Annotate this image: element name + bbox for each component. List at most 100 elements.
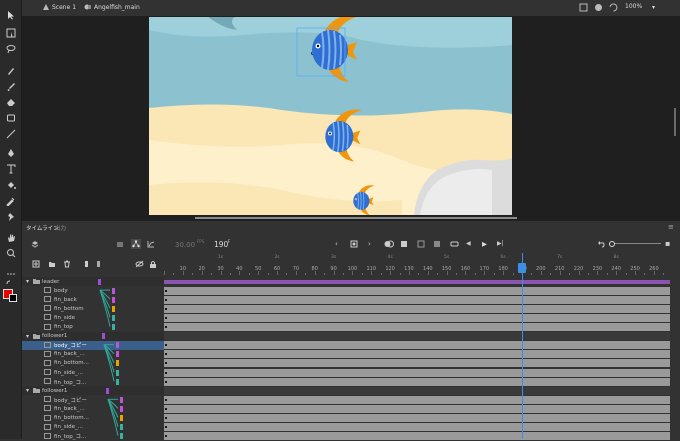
keyframe-dot[interactable]	[165, 417, 167, 419]
layer-folder-row[interactable]: ▾ follower1	[22, 386, 164, 396]
layer-name[interactable]: fin_bottom...	[54, 360, 89, 366]
frame-track[interactable]	[164, 350, 670, 359]
zoom-tool-icon[interactable]	[3, 246, 18, 259]
frame-track[interactable]	[164, 386, 670, 395]
layer-name[interactable]: body_コピー	[54, 341, 87, 349]
pin-tool-icon[interactable]	[3, 210, 18, 223]
layer-name[interactable]: fin_side_...	[54, 370, 83, 376]
frame-track[interactable]	[164, 341, 670, 350]
keyframe-dot[interactable]	[165, 435, 167, 438]
layer-row[interactable]: fin_top_コ...	[22, 431, 164, 441]
insert-keyframe-icon[interactable]	[350, 240, 358, 250]
clip-icon[interactable]	[594, 3, 603, 12]
layers-stack-icon[interactable]	[31, 240, 39, 250]
layer-folder-row[interactable]: ▾ leader	[22, 277, 164, 286]
frame-track[interactable]	[164, 359, 670, 368]
layer-row[interactable]: fin_side_...	[22, 368, 164, 377]
chevron-down-icon[interactable]: ▾	[26, 278, 29, 285]
layer-row[interactable]: body	[22, 286, 164, 296]
show-hide-all-icon[interactable]	[135, 260, 144, 270]
frame-track[interactable]	[164, 423, 670, 432]
keyframe-dot[interactable]	[165, 407, 167, 410]
stage-h-scrollbar[interactable]	[195, 217, 517, 219]
frame-track[interactable]	[164, 404, 670, 413]
keyframe-dot[interactable]	[165, 307, 167, 310]
layer-row[interactable]: fin_bottom	[22, 304, 164, 314]
rotation-icon[interactable]	[609, 3, 618, 12]
scene-label[interactable]: Scene 1	[52, 4, 76, 11]
play-icon[interactable]: ▶	[482, 240, 487, 248]
keyframe-dot[interactable]	[165, 326, 167, 328]
text-tool-icon[interactable]	[3, 162, 18, 175]
undo-icon[interactable]	[597, 240, 605, 250]
step-back-icon[interactable]: ◀	[466, 240, 471, 247]
layer-name[interactable]: follower1	[42, 388, 67, 394]
zoom-slider-thumb[interactable]	[609, 241, 615, 247]
frame-track[interactable]	[164, 332, 670, 341]
keyframe-dot[interactable]	[165, 426, 167, 429]
fps-value[interactable]: 30.00	[175, 241, 195, 249]
delete-layer-icon[interactable]	[63, 260, 71, 270]
keyframe-dot[interactable]	[165, 362, 167, 365]
frame-track[interactable]	[164, 280, 670, 284]
playhead-line[interactable]	[522, 253, 523, 439]
layer-name[interactable]: fin_bottom...	[54, 415, 89, 421]
keyframe-dot[interactable]	[165, 298, 167, 301]
highlight-layer-icon[interactable]	[84, 260, 90, 270]
chevron-down-icon[interactable]: ▾	[26, 387, 29, 394]
keyframe-dot[interactable]	[165, 289, 167, 292]
frame-track[interactable]	[164, 414, 670, 422]
playhead-handle[interactable]	[518, 263, 526, 273]
prev-keyframe-icon[interactable]: ‹	[335, 240, 338, 248]
lock-all-icon[interactable]	[149, 260, 157, 270]
frame-value[interactable]: 190	[214, 240, 228, 249]
loop-icon[interactable]	[450, 240, 459, 250]
next-keyframe-icon[interactable]: ›	[368, 240, 371, 248]
keyframe-dot[interactable]	[165, 316, 167, 319]
timeline-tab[interactable]: タイムライン	[26, 224, 59, 232]
pen-tool-icon[interactable]	[3, 146, 18, 159]
stroke-color-swatch[interactable]	[9, 294, 17, 302]
subselection-tool-icon[interactable]	[3, 26, 18, 39]
frame-track[interactable]	[164, 313, 670, 322]
eyedropper-tool-icon[interactable]	[3, 194, 18, 207]
paint-brush-tool-icon[interactable]	[3, 80, 18, 93]
stage-v-scrollbar[interactable]	[674, 108, 676, 136]
layer-folder-row[interactable]: ▾ follower1	[22, 331, 164, 341]
layer-row[interactable]: fin_top_コ...	[22, 377, 164, 387]
new-layer-icon[interactable]	[32, 260, 40, 270]
rectangle-tool-icon[interactable]	[3, 111, 18, 124]
layer-name[interactable]: fin_back_...	[54, 351, 85, 357]
frame-track[interactable]	[164, 377, 670, 386]
stage-canvas[interactable]	[22, 0, 680, 221]
frame-track[interactable]	[164, 368, 670, 377]
layer-name[interactable]: follower1	[42, 333, 67, 339]
parenting-view-icon[interactable]	[131, 239, 141, 249]
paint-bucket-tool-icon[interactable]	[3, 178, 18, 191]
keyframe-dot[interactable]	[165, 380, 167, 383]
layer-name[interactable]: fin_top	[54, 324, 73, 330]
new-folder-icon[interactable]	[48, 260, 56, 270]
layer-row[interactable]: fin_top	[22, 322, 164, 332]
zoom-in-icon[interactable]: ▪	[665, 239, 670, 248]
frame-track[interactable]	[164, 286, 670, 295]
layer-name[interactable]: body_コピー	[54, 396, 87, 404]
zoom-slider[interactable]	[609, 243, 661, 244]
zoom-select[interactable]: 100%	[625, 3, 663, 10]
panel-menu-icon[interactable]: ≡	[668, 223, 674, 231]
keyframe-dot[interactable]	[165, 353, 167, 356]
layer-row[interactable]: fin_bottom...	[22, 413, 164, 423]
layer-row[interactable]: fin_back_...	[22, 349, 164, 359]
chevron-down-icon[interactable]: ▾	[652, 4, 655, 11]
layer-name[interactable]: fin_side_...	[54, 424, 83, 430]
output-tab[interactable]: 出力	[55, 224, 66, 232]
layer-name[interactable]: fin_bottom	[54, 306, 84, 312]
line-tool-icon[interactable]	[3, 127, 18, 140]
graph-icon[interactable]	[147, 240, 155, 250]
camera-icon[interactable]	[116, 240, 124, 250]
eraser-tool-icon[interactable]	[3, 95, 18, 108]
onion-skin-icon[interactable]	[384, 240, 394, 250]
layer-name[interactable]: fin_side	[54, 315, 75, 321]
symbol-label[interactable]: Angelfish_main	[94, 4, 140, 11]
chevron-down-icon[interactable]: ▾	[26, 333, 29, 340]
